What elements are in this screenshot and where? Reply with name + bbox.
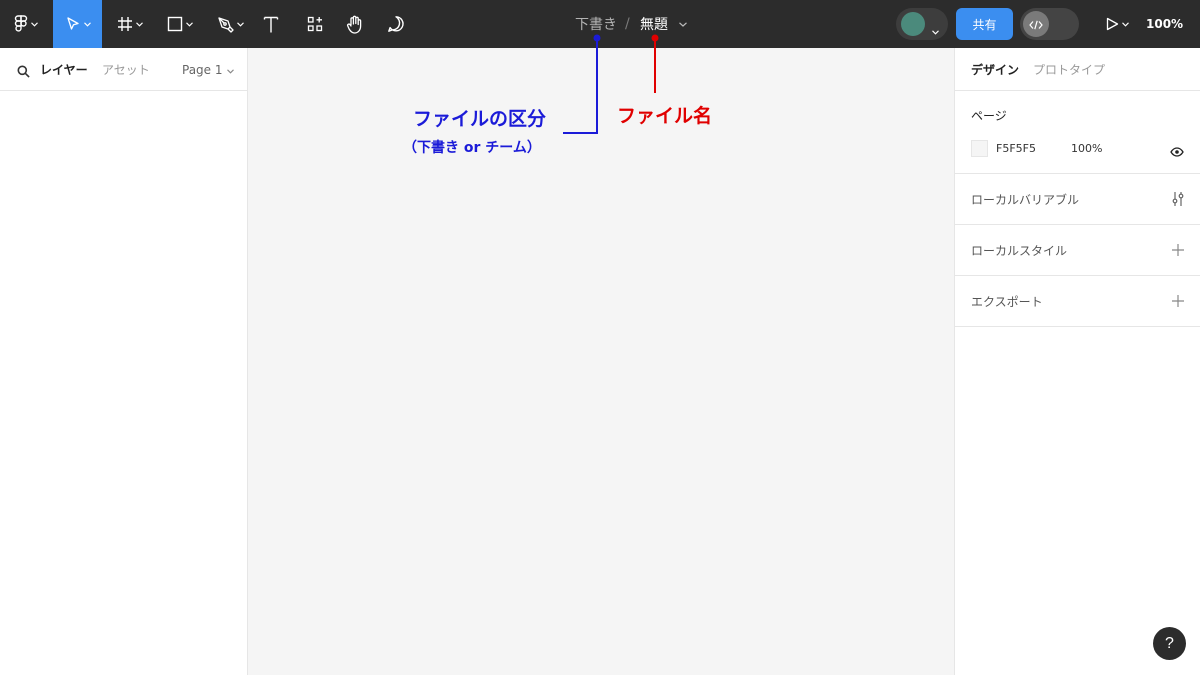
frame-tool-button[interactable]: [108, 0, 152, 48]
hand-tool-icon: [346, 15, 364, 34]
annotation-file-type-subtitle: （下書き or チーム）: [403, 140, 541, 156]
tab-layers[interactable]: レイヤー: [40, 48, 88, 91]
tab-design[interactable]: デザイン: [971, 48, 1019, 91]
chevron-down-icon: [83, 21, 91, 27]
tab-prototype[interactable]: プロトタイプ: [1033, 48, 1105, 91]
zoom-level[interactable]: 100%: [1146, 0, 1183, 48]
local-styles-label: ローカルスタイル: [971, 243, 1068, 258]
share-button[interactable]: 共有: [956, 8, 1013, 40]
avatar[interactable]: [901, 12, 925, 36]
frame-tool-icon: [117, 16, 133, 32]
text-tool-icon: [263, 16, 279, 33]
hand-tool-button[interactable]: [342, 0, 368, 48]
layers-panel: レイヤー アセット Page 1: [0, 48, 248, 675]
properties-panel-header: デザイン プロトタイプ: [955, 48, 1200, 91]
comment-tool-button[interactable]: [384, 0, 408, 48]
local-styles-section[interactable]: ローカルスタイル: [955, 225, 1200, 276]
chevron-down-icon: [186, 21, 193, 27]
chevron-down-icon: [932, 20, 939, 39]
page-color-hex[interactable]: F5F5F5: [996, 142, 1036, 155]
page-selector[interactable]: Page 1: [182, 48, 234, 91]
dev-mode-toggle[interactable]: [1020, 8, 1079, 40]
layers-panel-header: レイヤー アセット Page 1: [0, 48, 247, 91]
file-name[interactable]: 無題: [640, 0, 668, 48]
page-section-title: ページ: [971, 109, 1007, 123]
tab-assets[interactable]: アセット: [102, 48, 150, 91]
resources-button[interactable]: [304, 0, 326, 48]
resources-icon: [307, 16, 323, 32]
figma-menu-icon: [14, 15, 28, 33]
comment-tool-icon: [387, 15, 405, 33]
chevron-down-icon: [136, 21, 143, 27]
search-icon[interactable]: [17, 63, 30, 82]
pen-tool-icon: [217, 16, 234, 33]
move-tool-button[interactable]: [53, 0, 102, 48]
chevron-down-icon: [31, 21, 38, 27]
chevron-down-icon: [1121, 21, 1129, 27]
figma-menu-button[interactable]: [6, 0, 46, 48]
plus-icon[interactable]: [1171, 242, 1185, 261]
local-variables-section[interactable]: ローカルバリアブル: [955, 174, 1200, 225]
eye-icon[interactable]: [1170, 142, 1184, 161]
plus-icon[interactable]: [1171, 293, 1185, 312]
breadcrumb-file-location[interactable]: 下書き: [575, 0, 617, 48]
chevron-down-icon: [236, 21, 244, 27]
export-section[interactable]: エクスポート: [955, 276, 1200, 327]
rectangle-tool-icon: [167, 16, 183, 32]
annotation-line-file-type: [563, 38, 598, 134]
rectangle-tool-button[interactable]: [158, 0, 202, 48]
local-variables-label: ローカルバリアブル: [971, 192, 1080, 207]
present-button[interactable]: [1098, 0, 1136, 48]
annotation-file-name-title: ファイル名: [617, 105, 713, 127]
sliders-icon[interactable]: [1171, 191, 1185, 211]
page-selector-label: Page 1: [182, 62, 223, 77]
export-label: エクスポート: [971, 294, 1043, 309]
pen-tool-button[interactable]: [208, 0, 252, 48]
properties-panel: デザイン プロトタイプ ページ F5F5F5 100% ローカルバリアブル ロー…: [954, 48, 1200, 675]
file-menu-chevron-icon[interactable]: [679, 0, 687, 48]
chevron-down-icon: [226, 63, 234, 77]
page-color-swatch[interactable]: [971, 140, 988, 157]
page-section: ページ F5F5F5 100%: [955, 91, 1200, 174]
toolbar: 下書き / 無題 共有 100%: [0, 0, 1200, 48]
code-icon: [1029, 15, 1043, 34]
move-tool-icon: [65, 16, 81, 32]
page-color-opacity[interactable]: 100%: [1071, 142, 1102, 155]
text-tool-button[interactable]: [258, 0, 284, 48]
multiplayer-avatars[interactable]: [896, 8, 948, 40]
breadcrumb-separator: /: [625, 16, 630, 32]
help-button[interactable]: ?: [1153, 627, 1186, 660]
present-icon: [1106, 17, 1119, 31]
dev-mode-knob: [1023, 11, 1049, 37]
annotation-file-type-title: ファイルの区分: [413, 108, 547, 130]
